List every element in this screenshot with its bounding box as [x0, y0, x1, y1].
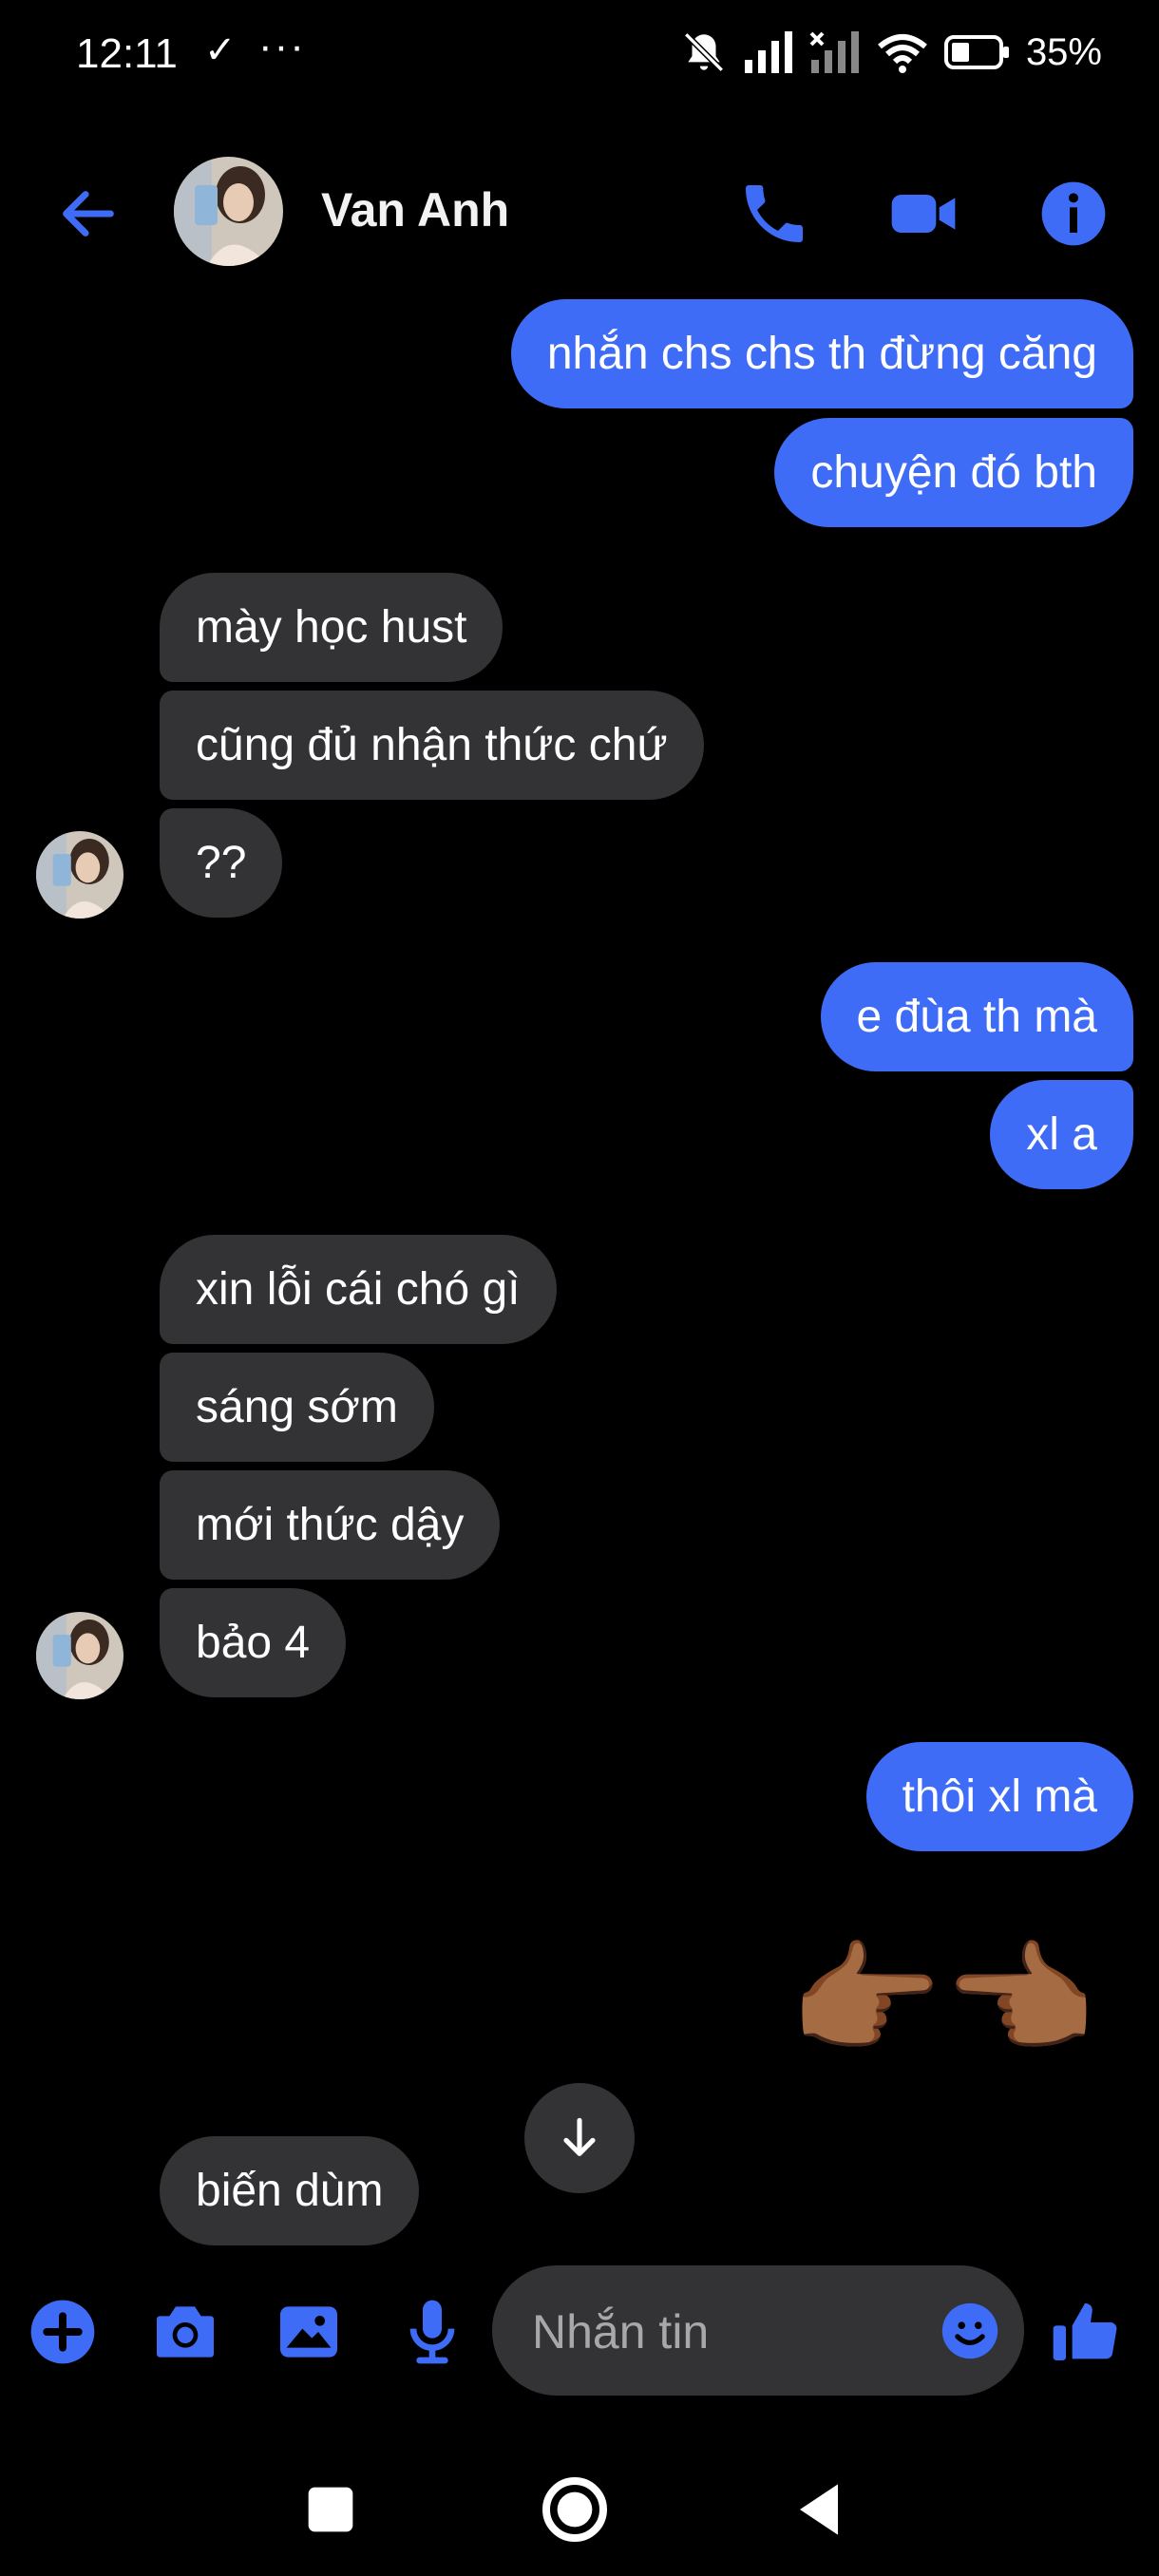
- recents-button-icon[interactable]: [293, 2472, 369, 2548]
- outgoing-message[interactable]: xl a: [990, 1080, 1133, 1189]
- outgoing-message[interactable]: nhắn chs chs th đừng căng: [510, 299, 1133, 408]
- phone-call-icon[interactable]: [736, 176, 812, 252]
- battery-percent: 35%: [1025, 30, 1102, 73]
- status-icons: 35%: [680, 28, 1102, 76]
- thumbs-up-icon[interactable]: [1047, 2294, 1123, 2370]
- wifi-icon: [878, 34, 927, 73]
- home-button-icon[interactable]: [537, 2472, 613, 2548]
- signal-no-service-icon: [809, 31, 859, 73]
- emoji-picker-icon[interactable]: [937, 2298, 1003, 2364]
- outgoing-message[interactable]: chuyện đó bth: [774, 418, 1133, 527]
- video-call-icon[interactable]: [885, 176, 961, 252]
- incoming-message[interactable]: xin lỗi cái chó gì: [160, 1235, 557, 1344]
- message-input[interactable]: [530, 2265, 933, 2397]
- microphone-icon[interactable]: [394, 2294, 470, 2370]
- sender-avatar[interactable]: [36, 831, 124, 919]
- clock: 12:11: [76, 30, 178, 77]
- outgoing-message[interactable]: thôi xl mà: [865, 1742, 1133, 1851]
- incoming-message[interactable]: ??: [160, 808, 283, 918]
- more-notifications-icon: ···: [258, 23, 306, 69]
- battery-icon: [943, 35, 1009, 69]
- incoming-message[interactable]: bảo 4: [160, 1588, 347, 1697]
- contact-avatar[interactable]: [174, 157, 283, 266]
- back-button-icon[interactable]: [781, 2472, 857, 2548]
- signal-icon: [744, 31, 792, 73]
- system-navigation-bar: [0, 2432, 1159, 2576]
- incoming-message[interactable]: mày học hust: [160, 573, 504, 682]
- plus-icon[interactable]: [25, 2294, 101, 2370]
- incoming-message[interactable]: mới thức dậy: [160, 1470, 501, 1580]
- message-composer: [0, 2265, 1159, 2398]
- contact-name[interactable]: Van Anh: [321, 182, 509, 237]
- incoming-message[interactable]: cũng đủ nhận thức chứ: [160, 691, 704, 800]
- incoming-message[interactable]: biến dùm: [160, 2136, 420, 2245]
- sender-avatar[interactable]: [36, 1612, 124, 1699]
- camera-icon[interactable]: [147, 2294, 223, 2370]
- status-bar: 12:11 ✓ ··· 35%: [0, 0, 1159, 114]
- arrow-down-icon: [563, 2117, 596, 2156]
- outgoing-message[interactable]: e đùa th mà: [820, 962, 1133, 1071]
- task-done-icon: ✓: [204, 29, 237, 71]
- info-icon[interactable]: [1036, 176, 1112, 252]
- conversation-header: Van Anh: [0, 152, 1159, 271]
- gallery-icon[interactable]: [271, 2294, 347, 2370]
- message-input-container[interactable]: [492, 2265, 1024, 2397]
- emoji-message[interactable]: 👉🏾👈🏾: [788, 1923, 1096, 2075]
- back-arrow-icon[interactable]: [55, 180, 122, 247]
- bell-muted-icon: [683, 32, 724, 72]
- incoming-message[interactable]: sáng sớm: [160, 1353, 434, 1462]
- scroll-to-bottom-button[interactable]: [524, 2083, 635, 2193]
